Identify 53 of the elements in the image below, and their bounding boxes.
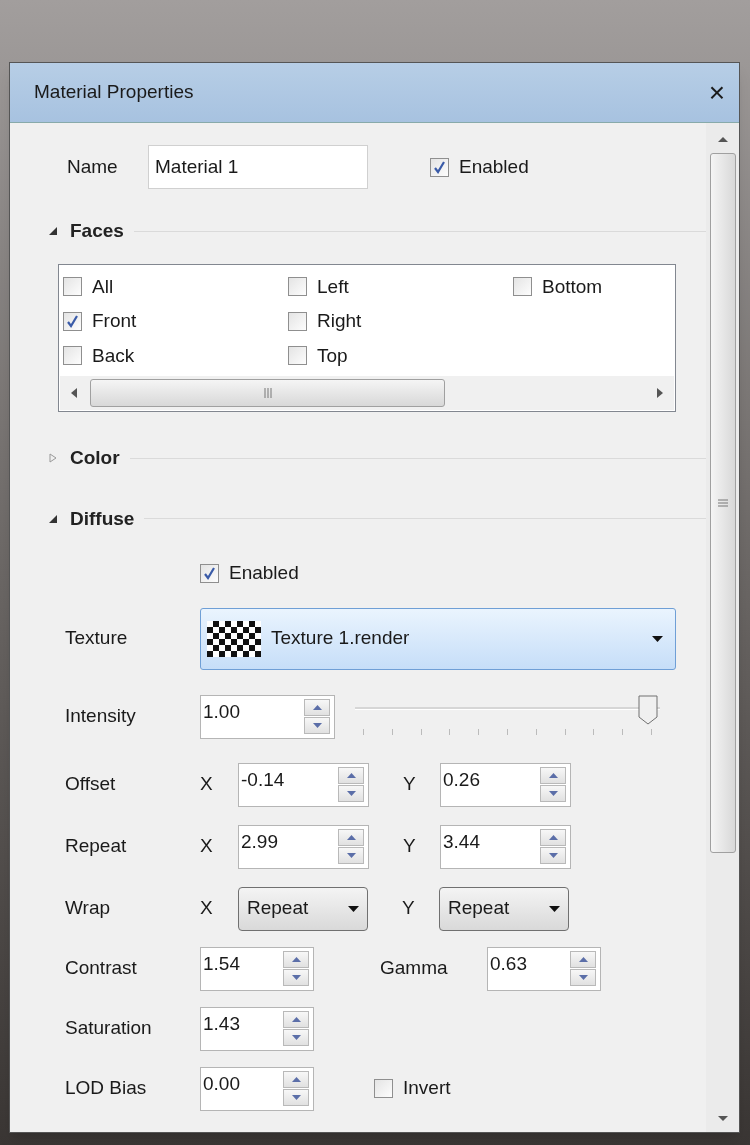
axis-label: X bbox=[200, 834, 214, 859]
field-label: Gamma bbox=[380, 956, 449, 981]
texture-dropdown[interactable]: Texture 1.render bbox=[200, 607, 676, 670]
number-field[interactable]: 0.63 bbox=[487, 946, 601, 991]
number-value: 1.54 bbox=[202, 951, 241, 976]
number-value: 0.63 bbox=[489, 951, 528, 976]
number-value: 0.26 bbox=[442, 767, 481, 792]
checkbox-label: Right bbox=[317, 309, 362, 333]
number-field[interactable]: 1.00 bbox=[200, 694, 335, 739]
field-label: Offset bbox=[65, 772, 117, 797]
number-value: 1.00 bbox=[202, 699, 241, 724]
checkbox-label: Bottom bbox=[542, 274, 603, 299]
section-title: Diffuse bbox=[70, 506, 135, 531]
number-field[interactable]: 3.44 bbox=[440, 824, 571, 869]
axis-label: Y bbox=[403, 772, 417, 797]
close-button[interactable]: × bbox=[704, 78, 729, 107]
number-value: 0.00 bbox=[202, 1071, 241, 1096]
checkbox-label: All bbox=[92, 274, 114, 299]
field-label: LOD Bias bbox=[65, 1076, 148, 1101]
window-title: Material Properties bbox=[34, 80, 194, 105]
field-label: Name bbox=[67, 154, 119, 179]
checkbox-label: Top bbox=[317, 343, 348, 368]
axis-label: Y bbox=[402, 896, 416, 921]
field-label: Wrap bbox=[65, 896, 112, 921]
wrap-dropdown[interactable]: Repeat bbox=[238, 886, 368, 931]
number-field[interactable]: 0.26 bbox=[440, 762, 571, 807]
number-field[interactable]: 1.43 bbox=[200, 1006, 314, 1051]
number-field[interactable]: 0.00 bbox=[200, 1066, 314, 1111]
axis-label: Y bbox=[403, 834, 417, 859]
wrap-dropdown[interactable]: Repeat bbox=[439, 886, 569, 931]
field-label: Repeat bbox=[65, 834, 128, 859]
number-value: 1.43 bbox=[202, 1011, 241, 1036]
number-value: 3.44 bbox=[442, 829, 481, 854]
number-field[interactable]: -0.14 bbox=[238, 762, 369, 807]
field-label: Saturation bbox=[65, 1016, 153, 1041]
section-title: Color bbox=[70, 446, 120, 470]
section-title: Faces bbox=[70, 219, 124, 243]
number-value: 2.99 bbox=[240, 829, 279, 854]
checkbox-label: Back bbox=[92, 343, 135, 368]
field-label: Intensity bbox=[65, 704, 137, 729]
axis-label: X bbox=[200, 772, 214, 797]
number-field[interactable]: 2.99 bbox=[238, 824, 369, 869]
field-label: Texture bbox=[65, 626, 129, 651]
axis-label: X bbox=[200, 896, 214, 921]
checkbox-label: Enabled bbox=[459, 154, 529, 179]
field-label: Contrast bbox=[65, 956, 138, 981]
name-input[interactable]: Material 1 bbox=[148, 145, 368, 189]
checkbox-label: Invert bbox=[403, 1076, 451, 1101]
checkbox-label: Enabled bbox=[229, 561, 299, 585]
number-field[interactable]: 1.54 bbox=[200, 946, 314, 991]
number-value: -0.14 bbox=[240, 767, 286, 792]
checkbox-label: Front bbox=[92, 309, 137, 333]
checkbox-label: Left bbox=[317, 274, 349, 299]
